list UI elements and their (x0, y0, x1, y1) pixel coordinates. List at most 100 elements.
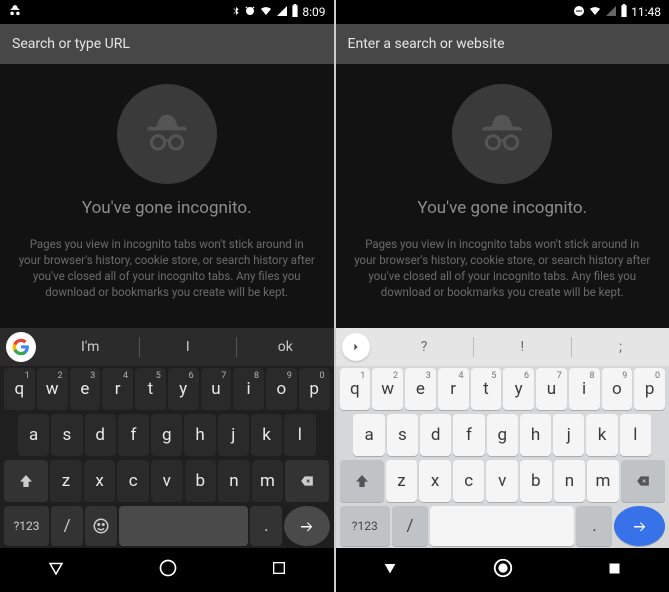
key-h[interactable]: h (520, 414, 551, 456)
nav-recent-icon[interactable] (271, 560, 287, 580)
key-u[interactable]: u7 (536, 368, 567, 410)
key-o[interactable]: o9 (266, 368, 297, 410)
suggestion-2[interactable]: ! (474, 339, 571, 355)
nav-bar (336, 548, 669, 592)
key-p[interactable]: p0 (299, 368, 330, 410)
key-d[interactable]: d (85, 414, 116, 456)
key-a[interactable]: a (353, 414, 384, 456)
key-b[interactable]: b (520, 460, 552, 502)
shift-key[interactable] (340, 460, 384, 502)
key-r[interactable]: r4 (438, 368, 469, 410)
key-g[interactable]: g (151, 414, 182, 456)
key-z[interactable]: z (386, 460, 418, 502)
key-m[interactable]: m (252, 460, 284, 502)
enter-key[interactable] (284, 506, 329, 546)
key-d[interactable]: d (420, 414, 451, 456)
nav-recent-icon[interactable] (607, 561, 622, 580)
battery-icon (291, 4, 299, 20)
key-i[interactable]: i8 (569, 368, 600, 410)
symbols-key[interactable]: ?123 (340, 506, 391, 546)
suggestion-1[interactable]: ? (376, 339, 473, 355)
url-bar[interactable]: Search or type URL (0, 24, 334, 64)
key-t[interactable]: t5 (135, 368, 166, 410)
space-key[interactable] (119, 506, 248, 546)
symbols-key[interactable]: ?123 (4, 506, 49, 546)
key-m[interactable]: m (587, 460, 619, 502)
key-x[interactable]: x (419, 460, 451, 502)
url-placeholder: Search or type URL (12, 36, 130, 52)
key-e[interactable]: e3 (70, 368, 101, 410)
backspace-key[interactable] (285, 460, 329, 502)
incognito-body: Pages you view in incognito tabs won't s… (18, 236, 316, 300)
key-r[interactable]: r4 (102, 368, 133, 410)
key-l[interactable]: l (620, 414, 651, 456)
keyboard-dark: I'm I ok q1 w2 e3 r4 t5 y6 u7 i8 o9 p0 (0, 328, 334, 548)
key-v[interactable]: v (486, 460, 518, 502)
key-a[interactable]: a (18, 414, 49, 456)
key-l[interactable]: l (284, 414, 315, 456)
slash-key[interactable]: / (51, 506, 83, 546)
key-s[interactable]: s (387, 414, 418, 456)
key-f[interactable]: f (118, 414, 149, 456)
comparison-container: 8:09 Search or type URL You've gone inco… (0, 0, 669, 592)
key-row-1: q1 w2 e3 r4 t5 y6 u7 i8 o9 p0 (336, 366, 669, 412)
backspace-key[interactable] (621, 460, 665, 502)
period-key[interactable]: . (576, 506, 612, 546)
key-x[interactable]: x (84, 460, 116, 502)
suggestion-bar: ? ! ; (336, 328, 669, 366)
key-row-2: a s d f g h j k l (336, 412, 669, 458)
suggestion-1[interactable]: I'm (42, 339, 139, 355)
key-z[interactable]: z (50, 460, 82, 502)
signal-icon (276, 5, 288, 20)
nav-back-icon[interactable] (47, 559, 65, 581)
key-k[interactable]: k (586, 414, 617, 456)
status-time: 8:09 (302, 5, 325, 19)
key-e[interactable]: e3 (405, 368, 436, 410)
key-w[interactable]: w2 (37, 368, 68, 410)
key-t[interactable]: t5 (471, 368, 502, 410)
key-s[interactable]: s (51, 414, 82, 456)
key-j[interactable]: j (553, 414, 584, 456)
key-q[interactable]: q1 (340, 368, 371, 410)
status-bar: 8:09 (0, 0, 334, 24)
google-icon[interactable] (6, 332, 36, 362)
emoji-key[interactable] (85, 506, 117, 546)
key-row-4: ?123 / . (336, 504, 669, 548)
key-v[interactable]: v (151, 460, 183, 502)
key-n[interactable]: n (218, 460, 250, 502)
nav-home-icon[interactable] (158, 558, 178, 582)
chevron-right-icon[interactable] (342, 333, 370, 361)
key-c[interactable]: c (117, 460, 149, 502)
key-f[interactable]: f (453, 414, 484, 456)
key-o[interactable]: o9 (602, 368, 633, 410)
nav-back-icon[interactable] (382, 560, 398, 580)
period-key[interactable]: . (250, 506, 282, 546)
key-c[interactable]: c (453, 460, 485, 502)
url-bar[interactable]: Enter a search or website (336, 24, 669, 64)
key-h[interactable]: h (184, 414, 215, 456)
key-q[interactable]: q1 (4, 368, 35, 410)
suggestion-3[interactable]: ok (237, 339, 334, 355)
key-i[interactable]: i8 (233, 368, 264, 410)
slash-key[interactable]: / (392, 506, 428, 546)
key-w[interactable]: w2 (372, 368, 403, 410)
key-y[interactable]: y6 (168, 368, 199, 410)
space-key[interactable] (430, 506, 574, 546)
key-u[interactable]: u7 (201, 368, 232, 410)
shift-key[interactable] (4, 460, 48, 502)
key-g[interactable]: g (487, 414, 518, 456)
incognito-content: You've gone incognito. Pages you view in… (336, 64, 669, 328)
suggestion-2[interactable]: I (140, 339, 237, 355)
key-n[interactable]: n (554, 460, 586, 502)
url-placeholder: Enter a search or website (348, 36, 505, 52)
key-k[interactable]: k (251, 414, 282, 456)
status-time: 11:48 (631, 5, 661, 19)
key-j[interactable]: j (218, 414, 249, 456)
suggestion-3[interactable]: ; (572, 339, 669, 355)
key-y[interactable]: y6 (503, 368, 534, 410)
incognito-heading: You've gone incognito. (417, 198, 587, 218)
nav-home-icon[interactable] (492, 557, 514, 583)
enter-key[interactable] (614, 506, 665, 546)
key-b[interactable]: b (185, 460, 217, 502)
key-p[interactable]: p0 (634, 368, 665, 410)
